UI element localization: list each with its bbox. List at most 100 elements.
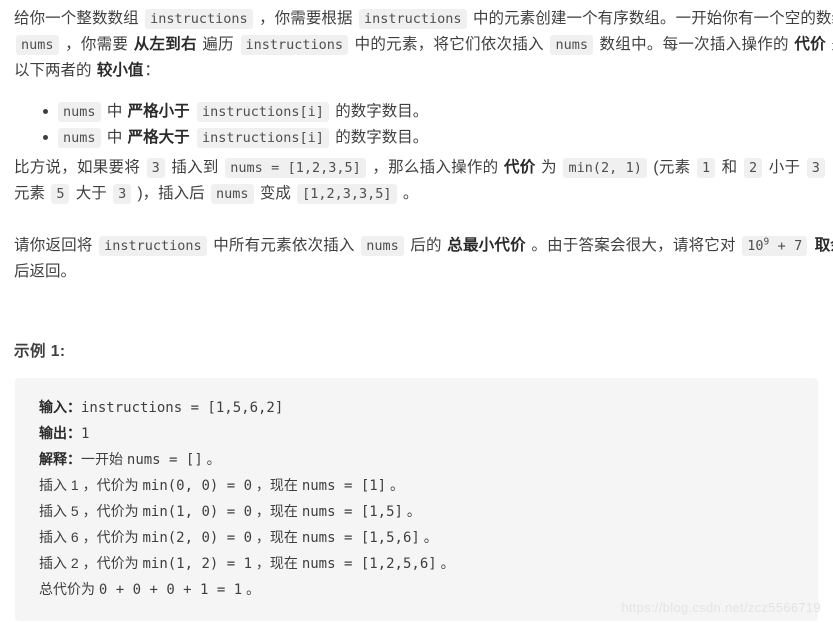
code-line: 插入 6 ，代价为 min(2, 0) = 0 ，现在 nums = [1,5,… xyxy=(39,525,794,551)
text-segment: 遍历 xyxy=(197,36,239,53)
text-segment: 比方说，如果要将 xyxy=(14,159,145,176)
code-text: min(2, 0) = 0 xyxy=(142,530,253,546)
code-text-cn: 总代价为 xyxy=(39,581,99,597)
text-segment: )，插入后 xyxy=(133,185,209,202)
code-text: nums = [] xyxy=(126,452,203,468)
code-line: 输入：instructions = [1,5,6,2] xyxy=(39,395,794,421)
problem-description-page: 给你一个整数数组 instructions ，你需要根据 instruction… xyxy=(0,0,833,623)
code-label-output: 输出： xyxy=(39,425,81,441)
text-segment: 请你返回将 xyxy=(14,237,98,254)
modulo-tail: + 7 xyxy=(769,238,803,254)
code-text-cn: ，现在 xyxy=(252,529,302,545)
code-text-cn: 。 xyxy=(436,555,455,571)
code-text: min(1, 0) = 0 xyxy=(142,504,253,520)
text-segment: 大于 xyxy=(71,185,112,202)
code-text-cn: 。 xyxy=(242,581,261,597)
problem-paragraph-intro: 给你一个整数数组 instructions ，你需要根据 instruction… xyxy=(0,6,833,84)
emphasis-smaller-value: 较小值 xyxy=(96,62,144,79)
text-segment: 插入到 xyxy=(166,159,224,176)
emphasis-strictly-greater: 严格大于 xyxy=(127,129,190,146)
inline-code-instructions: instructions xyxy=(240,35,349,55)
inline-code-nums: nums xyxy=(550,35,593,55)
text-segment: ，你需要 xyxy=(60,36,133,53)
emphasis-left-to-right: 从左到右 xyxy=(133,36,197,53)
list-item: nums 中 严格小于 instructions[i] 的数字数目。 xyxy=(43,99,819,125)
cost-definition-list: nums 中 严格小于 instructions[i] 的数字数目。 nums … xyxy=(0,99,833,151)
code-text-cn: 插入 5 ，代价为 xyxy=(39,503,143,519)
text-segment: 和 xyxy=(717,159,742,176)
code-text-cn: 插入 2 ，代价为 xyxy=(39,555,143,571)
inline-code-nums: nums xyxy=(58,128,101,148)
inline-code-instructions: instructions xyxy=(145,9,253,29)
text-segment: 。 xyxy=(398,185,419,202)
emphasis-cost: 代价 xyxy=(504,159,536,176)
code-text-cn: 。 xyxy=(419,529,438,545)
text-segment: ： xyxy=(144,62,160,79)
inline-code-result-array: [1,2,3,3,5] xyxy=(297,184,397,204)
inline-code-modulo: 109 + 7 xyxy=(742,236,808,256)
inline-code-min-expr: min(2, 1) xyxy=(563,158,647,178)
text-segment: (元素 xyxy=(648,159,695,176)
code-text: nums = [1] xyxy=(301,478,387,494)
code-label-input: 输入： xyxy=(39,399,81,415)
inline-code-nums: nums xyxy=(211,184,254,204)
inline-code-value: 3 xyxy=(113,184,132,204)
code-text-cn: ，现在 xyxy=(252,477,302,493)
code-line: 解释：一开始 nums = [] 。 xyxy=(39,447,794,473)
text-segment: 。由于答案会很大，请将它对 xyxy=(526,237,741,254)
inline-code-nums: nums xyxy=(361,236,404,256)
inline-code-value: 3 xyxy=(146,158,165,178)
inline-code-value: 5 xyxy=(51,184,70,204)
text-segment: 的数字数目。 xyxy=(330,129,429,146)
inline-code-value: 1 xyxy=(696,158,716,178)
inline-code-nums-array: nums = [1,2,3,5] xyxy=(225,158,366,178)
code-line: 插入 5 ，代价为 min(1, 0) = 0 ，现在 nums = [1,5]… xyxy=(39,499,794,525)
text-segment: 的数字数目。 xyxy=(330,103,429,120)
inline-code-value: 3 xyxy=(806,158,825,178)
code-text-cn: ，现在 xyxy=(252,503,302,519)
text-segment: 中的元素，将它们依次插入 xyxy=(350,36,549,53)
code-line: 插入 1 ，代价为 min(0, 0) = 0 ，现在 nums = [1] 。 xyxy=(39,473,794,499)
problem-paragraph-return: 请你返回将 instructions 中所有元素依次插入 nums 后的 总最小… xyxy=(0,233,833,285)
watermark: https://blog.csdn.net/zcz5566719 xyxy=(621,600,821,615)
modulo-base: 10 xyxy=(747,238,764,254)
code-text-cn: 。 xyxy=(202,451,221,467)
text-segment: 中 xyxy=(102,103,127,120)
code-text-cn: 插入 1 ，代价为 xyxy=(39,477,143,493)
bullet-dot-icon xyxy=(43,135,48,140)
inline-code-instructions-i: instructions[i] xyxy=(196,128,329,148)
text-segment: 给你一个整数数组 xyxy=(14,10,144,27)
list-item: nums 中 严格大于 instructions[i] 的数字数目。 xyxy=(43,125,819,151)
text-segment xyxy=(191,129,195,146)
text-segment: 后返回。 xyxy=(14,263,77,280)
text-segment: 小于 xyxy=(764,159,805,176)
code-text: min(0, 0) = 0 xyxy=(142,478,253,494)
emphasis-modulo: 取余 xyxy=(814,237,833,254)
code-text: 0 + 0 + 0 + 1 = 1 xyxy=(98,582,243,598)
text-segment: 后的 xyxy=(405,237,447,254)
text-segment: ，那么插入操作的 xyxy=(367,159,503,176)
inline-code-instructions: instructions xyxy=(359,9,467,29)
inline-code-instructions: instructions xyxy=(99,236,207,256)
inline-code-nums: nums xyxy=(58,102,101,122)
text-segment: 变成 xyxy=(255,185,296,202)
emphasis-total-min-cost: 总最小代价 xyxy=(447,237,526,254)
text-segment: 数组中。每一次插入操作的 xyxy=(594,36,794,53)
text-segment: 中 xyxy=(102,129,127,146)
text-segment: 为 xyxy=(536,159,562,176)
example-1-code-block: 输入：instructions = [1,5,6,2] 输出：1 解释：一开始 nu… xyxy=(15,378,818,621)
code-label-explain: 解释： xyxy=(39,451,81,467)
text-segment: ，你需要根据 xyxy=(254,10,357,27)
code-text: nums = [1,2,5,6] xyxy=(301,556,437,572)
example-1-heading: 示例 1: xyxy=(14,343,66,360)
code-text: min(1, 2) = 1 xyxy=(142,556,253,572)
text-segment: 中的元素创建一个有序数组。一开始你有一个空的数组 xyxy=(468,10,833,27)
code-text: instructions = [1,5,6,2] xyxy=(81,400,284,416)
code-text-cn: 。 xyxy=(386,477,405,493)
inline-code-nums: nums xyxy=(16,35,59,55)
text-segment: 中所有元素依次插入 xyxy=(208,237,360,254)
code-text: 1 xyxy=(81,426,90,442)
text-segment xyxy=(191,103,195,120)
emphasis-cost: 代价 xyxy=(794,36,826,53)
inline-code-instructions-i: instructions[i] xyxy=(196,102,329,122)
